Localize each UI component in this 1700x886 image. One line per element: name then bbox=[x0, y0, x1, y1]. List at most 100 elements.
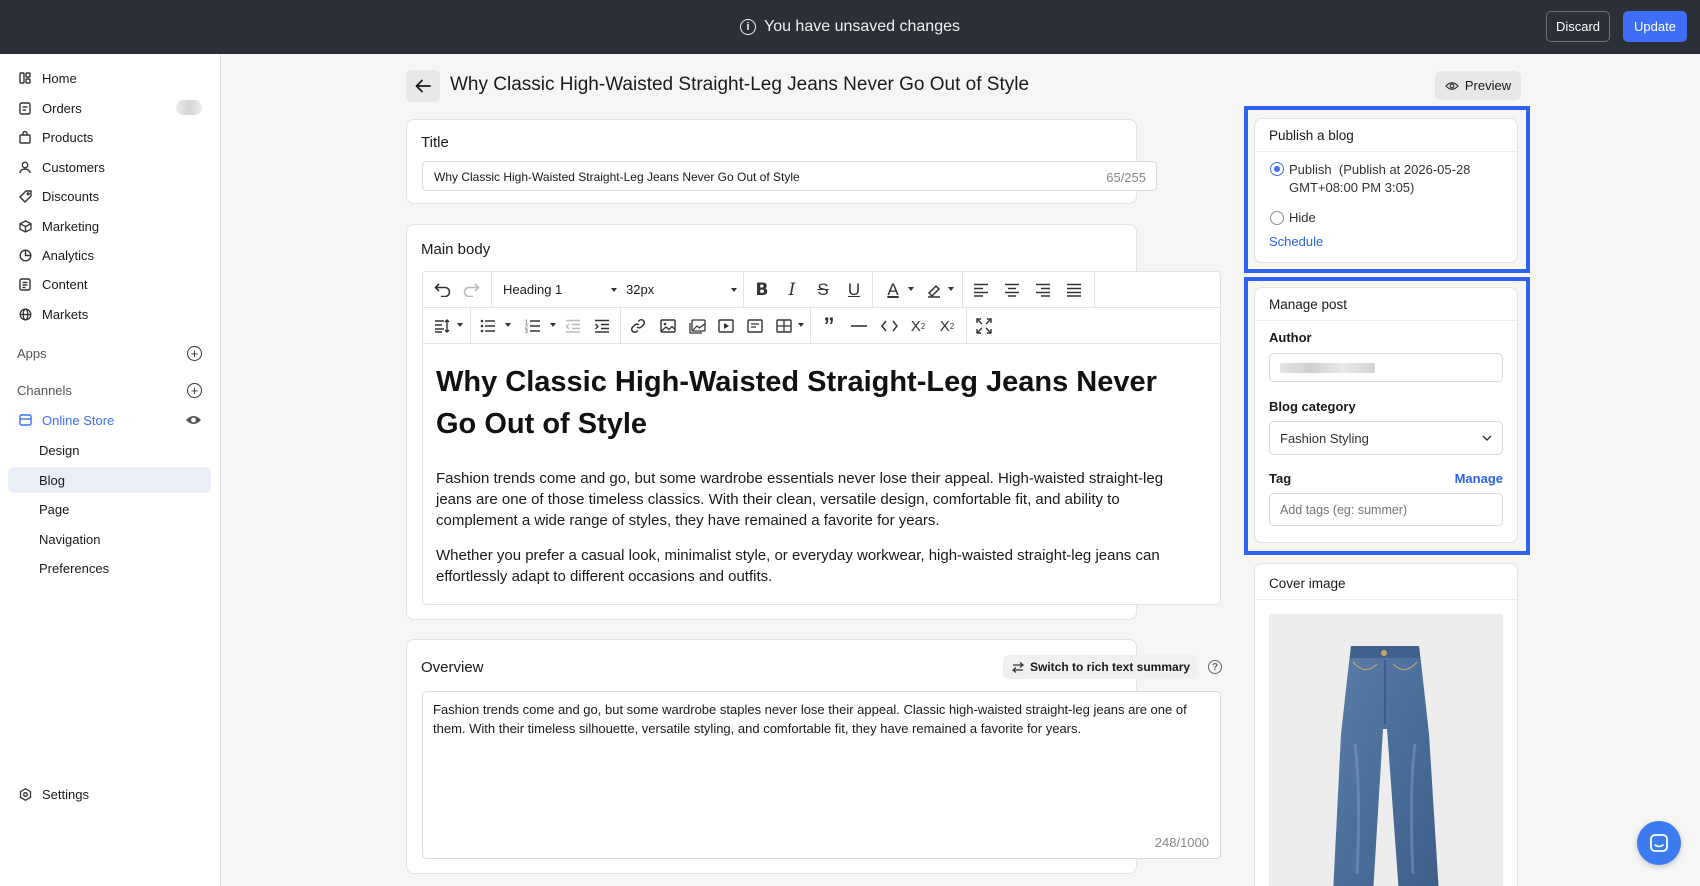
chevron-down-icon bbox=[1482, 435, 1492, 441]
cover-image[interactable] bbox=[1269, 614, 1503, 886]
switch-rich-text-button[interactable]: Switch to rich text summary bbox=[1003, 655, 1197, 679]
sidebar-item-marketing[interactable]: Marketing bbox=[8, 213, 211, 239]
heading-select-value: Heading 1 bbox=[503, 282, 563, 297]
orders-icon bbox=[18, 101, 32, 115]
bold-icon[interactable]: B bbox=[751, 279, 773, 301]
table-icon[interactable] bbox=[773, 315, 795, 337]
sidebar-item-label: Blog bbox=[39, 472, 66, 488]
tag-input[interactable] bbox=[1269, 493, 1503, 526]
author-blurred-value bbox=[1280, 363, 1375, 373]
heading-select[interactable]: Heading 1 bbox=[503, 282, 618, 300]
quote-icon[interactable]: ” bbox=[818, 313, 840, 338]
editor-paragraph[interactable]: Whether you prefer a casual look, minima… bbox=[436, 545, 1196, 587]
toolbar-separator bbox=[872, 272, 873, 308]
superscript-icon[interactable]: X2 bbox=[907, 315, 929, 337]
sidebar-item-products[interactable]: Products bbox=[8, 124, 211, 150]
numbered-list-icon[interactable]: 123 bbox=[522, 315, 544, 337]
jeans-image bbox=[1333, 646, 1439, 886]
align-right-icon[interactable] bbox=[1032, 279, 1054, 301]
highlight-icon[interactable] bbox=[922, 279, 944, 301]
sidebar-item-label: Design bbox=[39, 442, 80, 458]
chevron-down-icon[interactable] bbox=[550, 323, 556, 327]
schedule-link[interactable]: Schedule bbox=[1269, 234, 1323, 249]
horizontal-rule-icon[interactable] bbox=[848, 315, 870, 337]
blog-category-select[interactable]: Fashion Styling bbox=[1269, 421, 1503, 455]
redo-icon[interactable] bbox=[460, 279, 482, 301]
align-left-icon[interactable] bbox=[970, 279, 992, 301]
chevron-down-icon[interactable] bbox=[908, 287, 914, 291]
hide-radio[interactable] bbox=[1270, 211, 1284, 225]
divider bbox=[1255, 599, 1517, 600]
publish-card: Publish a blog Publish (Publish at 2026-… bbox=[1254, 118, 1518, 263]
bullet-list-icon[interactable] bbox=[477, 315, 499, 337]
link-icon[interactable] bbox=[627, 315, 649, 337]
sidebar-item-label: Products bbox=[42, 129, 94, 145]
update-button[interactable]: Update bbox=[1623, 11, 1687, 42]
text-color-icon[interactable]: A bbox=[882, 279, 904, 301]
video-icon[interactable] bbox=[715, 315, 737, 337]
chevron-down-icon[interactable] bbox=[457, 323, 463, 327]
sidebar-subitem-design[interactable]: Design bbox=[8, 437, 211, 463]
chat-support-button[interactable] bbox=[1637, 821, 1681, 865]
gallery-icon[interactable] bbox=[686, 315, 708, 337]
cover-image-label: Cover image bbox=[1269, 576, 1346, 591]
discard-button[interactable]: Discard bbox=[1546, 11, 1610, 42]
editor-paragraph[interactable]: Fashion trends come and go, but some war… bbox=[436, 468, 1196, 531]
chevron-down-icon[interactable] bbox=[505, 323, 511, 327]
publish-radio[interactable] bbox=[1270, 162, 1284, 176]
publish-option[interactable]: Publish (Publish at 2026-05-28 GMT+08:00… bbox=[1289, 161, 1509, 197]
undo-icon[interactable] bbox=[431, 279, 453, 301]
sidebar-item-home[interactable]: Home bbox=[8, 65, 211, 91]
back-button[interactable] bbox=[406, 70, 440, 102]
image-icon[interactable] bbox=[657, 315, 679, 337]
eye-icon[interactable] bbox=[185, 414, 202, 426]
chevron-down-icon[interactable] bbox=[798, 323, 804, 327]
sidebar-subitem-navigation[interactable]: Navigation bbox=[8, 526, 211, 552]
eye-icon bbox=[1445, 81, 1459, 90]
toolbar-separator bbox=[962, 272, 963, 308]
sidebar-item-discounts[interactable]: Discounts bbox=[8, 183, 211, 209]
add-channel-icon[interactable]: + bbox=[187, 383, 202, 398]
code-icon[interactable] bbox=[878, 315, 900, 337]
fullscreen-icon[interactable] bbox=[973, 315, 995, 337]
indent-icon[interactable] bbox=[591, 315, 613, 337]
title-input[interactable]: Why Classic High-Waisted Straight-Leg Je… bbox=[422, 161, 1157, 191]
sidebar-subitem-preferences[interactable]: Preferences bbox=[8, 555, 211, 581]
sidebar-item-markets[interactable]: Markets bbox=[8, 301, 211, 327]
sidebar-item-label: Analytics bbox=[42, 247, 95, 263]
sidebar-item-online-store[interactable]: Online Store bbox=[8, 407, 211, 433]
sidebar-item-label: Orders bbox=[42, 100, 82, 116]
sidebar-subitem-blog[interactable]: Blog bbox=[8, 467, 211, 493]
sidebar-item-customers[interactable]: Customers bbox=[8, 154, 211, 180]
embed-icon[interactable] bbox=[744, 315, 766, 337]
font-size-select[interactable]: 32px bbox=[626, 282, 741, 300]
hide-option-label[interactable]: Hide bbox=[1289, 210, 1316, 225]
subscript-icon[interactable]: X2 bbox=[936, 315, 958, 337]
toolbar-separator bbox=[620, 308, 621, 344]
align-center-icon[interactable] bbox=[1001, 279, 1023, 301]
sidebar-item-content[interactable]: Content bbox=[8, 271, 211, 297]
sidebar-subitem-page[interactable]: Page bbox=[8, 496, 211, 522]
store-icon bbox=[18, 413, 32, 427]
outdent-icon[interactable] bbox=[562, 315, 584, 337]
overview-textarea[interactable]: Fashion trends come and go, but some war… bbox=[422, 691, 1221, 859]
chevron-down-icon bbox=[731, 288, 737, 292]
help-icon[interactable]: ? bbox=[1208, 660, 1222, 674]
toolbar-separator bbox=[810, 308, 811, 344]
underline-icon[interactable]: U bbox=[843, 279, 865, 301]
italic-icon[interactable]: I bbox=[781, 279, 803, 301]
align-justify-icon[interactable] bbox=[1063, 279, 1085, 301]
sidebar-item-settings[interactable]: Settings bbox=[8, 781, 211, 807]
line-height-icon[interactable] bbox=[431, 315, 453, 337]
blog-category-value: Fashion Styling bbox=[1280, 431, 1369, 446]
editor-heading[interactable]: Why Classic High-Waisted Straight-Leg Je… bbox=[436, 361, 1196, 445]
add-app-icon[interactable]: + bbox=[187, 346, 202, 361]
tag-manage-link[interactable]: Manage bbox=[1455, 471, 1503, 486]
sidebar-item-analytics[interactable]: Analytics bbox=[8, 242, 211, 268]
preview-button[interactable]: Preview bbox=[1435, 71, 1521, 100]
chevron-down-icon[interactable] bbox=[948, 287, 954, 291]
unsaved-notice-text: You have unsaved changes bbox=[763, 18, 960, 35]
sidebar: Home Orders Products Customers Discounts… bbox=[0, 54, 221, 886]
author-field[interactable] bbox=[1269, 353, 1503, 382]
strikethrough-icon[interactable]: S bbox=[812, 279, 834, 301]
